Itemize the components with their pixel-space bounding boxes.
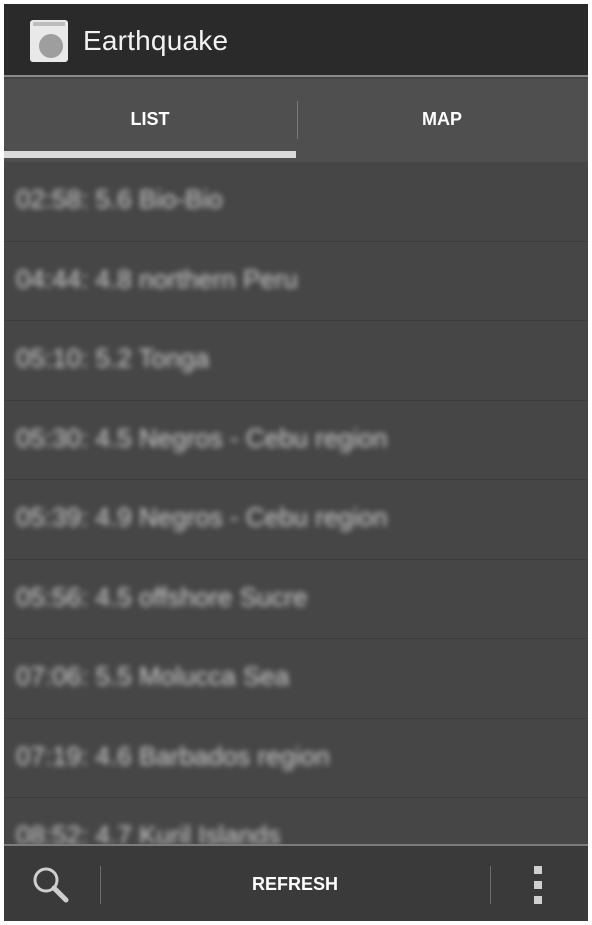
list-item[interactable]: 04:44: 4.8 northern Peru (4, 242, 588, 321)
app-screen: Earthquake LIST MAP 02:58: 5.6 Bio-Bio 0… (4, 4, 588, 921)
list-item-label: 05:10: 5.2 Tonga (16, 343, 210, 373)
earthquake-app-icon[interactable] (30, 20, 68, 62)
tab-selected-indicator (4, 151, 296, 158)
app-icon-fold (33, 22, 65, 26)
list-item-label: 07:06: 5.5 Molucca Sea (16, 661, 290, 691)
action-bar: Earthquake (4, 4, 588, 77)
list-item[interactable]: 02:58: 5.6 Bio-Bio (4, 162, 588, 242)
overflow-menu-button[interactable] (524, 866, 552, 906)
list-item[interactable]: 07:06: 5.5 Molucca Sea (4, 639, 588, 719)
list-item[interactable]: 05:10: 5.2 Tonga (4, 321, 588, 401)
list-item-label: 08:52: 4.7 Kuril Islands (16, 820, 281, 844)
list-item[interactable]: 07:19: 4.6 Barbados region (4, 719, 588, 798)
list-item[interactable]: 05:39: 4.9 Negros - Cebu region (4, 480, 588, 560)
list-item[interactable]: 05:30: 4.5 Negros - Cebu region (4, 401, 588, 480)
bottom-bar-divider (490, 866, 491, 904)
refresh-button[interactable]: REFRESH (100, 846, 490, 921)
search-button[interactable] (26, 862, 74, 906)
bottom-action-bar: REFRESH (4, 844, 588, 921)
tab-bar: LIST MAP (4, 79, 588, 162)
tab-map[interactable]: MAP (296, 79, 588, 162)
app-icon-globe (39, 34, 63, 58)
tab-list[interactable]: LIST (4, 79, 296, 162)
list-item[interactable]: 08:52: 4.7 Kuril Islands (4, 798, 588, 844)
list-item-label: 02:58: 5.6 Bio-Bio (16, 184, 223, 214)
list-item-label: 04:44: 4.8 northern Peru (16, 263, 298, 294)
list-item[interactable]: 05:56: 4.5 offshore Sucre (4, 560, 588, 639)
list-item-label: 05:30: 4.5 Negros - Cebu region (16, 422, 388, 453)
list-item-label: 05:39: 4.9 Negros - Cebu region (16, 502, 388, 532)
earthquake-list[interactable]: 02:58: 5.6 Bio-Bio 04:44: 4.8 northern P… (4, 162, 588, 844)
search-icon (33, 867, 69, 903)
list-item-label: 07:19: 4.6 Barbados region (16, 740, 330, 771)
list-item-label: 05:56: 4.5 offshore Sucre (16, 581, 308, 612)
app-title: Earthquake (83, 25, 229, 56)
